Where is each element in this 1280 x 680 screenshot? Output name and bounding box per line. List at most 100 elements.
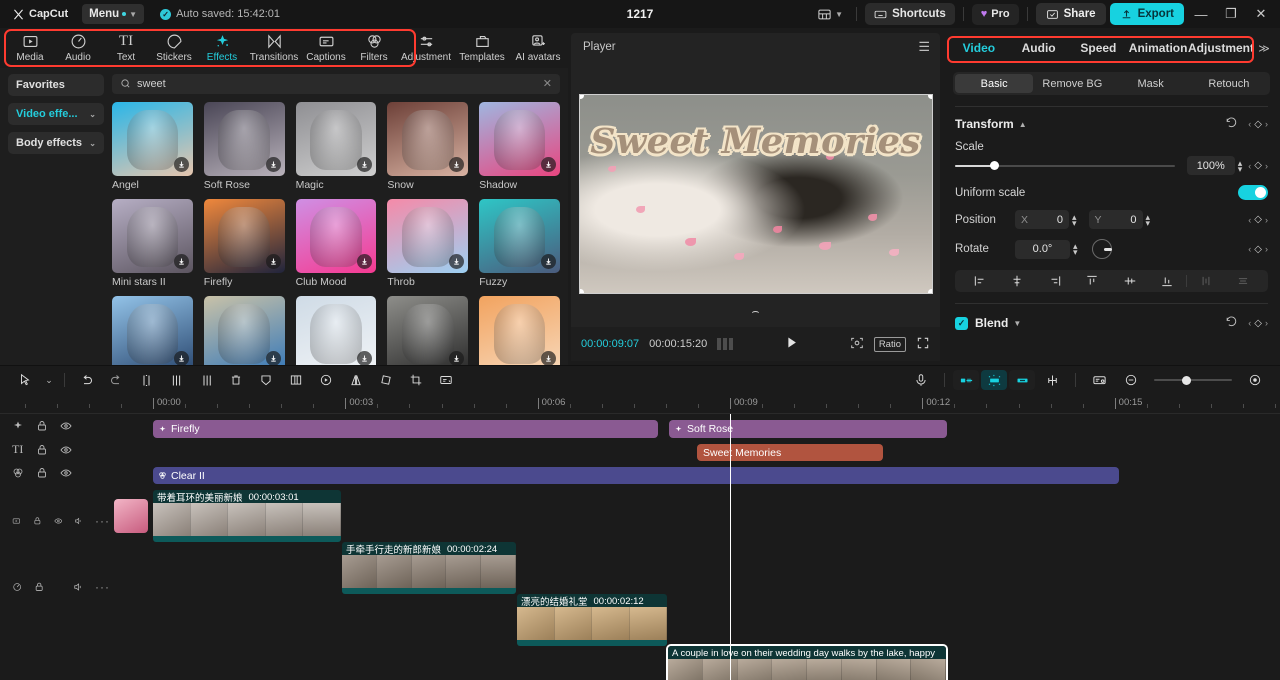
effect-thumbnail[interactable] — [203, 101, 285, 176]
effect-item[interactable]: Magic — [295, 101, 377, 191]
effect-item[interactable]: Fuzzy — [479, 198, 560, 288]
effect-item[interactable]: Throb — [387, 198, 469, 288]
preview-collapse-handle[interactable]: ⌢ — [752, 304, 760, 319]
align-top-icon[interactable] — [1074, 274, 1112, 288]
effect-item[interactable]: Betamax — [203, 295, 285, 365]
video-clip[interactable]: 带着耳环的美丽新娘 00:00:03:01 — [153, 490, 341, 542]
tool-tab-filters[interactable]: Filters — [350, 29, 398, 67]
download-icon[interactable] — [449, 350, 465, 365]
effect-thumbnail[interactable] — [112, 295, 193, 365]
uniform-scale-toggle[interactable] — [1238, 185, 1268, 200]
minimize-button[interactable]: — — [1188, 2, 1214, 26]
video-preview[interactable]: Sweet Memories — [578, 94, 933, 294]
zoom-fit-icon[interactable] — [850, 336, 864, 353]
clear-search-icon[interactable]: ✕ — [543, 77, 552, 90]
effect-thumbnail[interactable] — [295, 101, 377, 176]
effect-thumbnail[interactable] — [203, 295, 285, 365]
keyframe-diamond-icon[interactable]: ‹ ◇ › — [1248, 160, 1268, 171]
auto-cut-icon[interactable] — [953, 370, 979, 390]
tool-tab-ai-avatars[interactable]: AI avatars — [510, 29, 566, 67]
mirror-split-icon[interactable] — [281, 368, 311, 392]
clip-thumbnail[interactable] — [114, 499, 148, 533]
freeze-icon[interactable] — [251, 368, 281, 392]
tabs-overflow-icon[interactable]: ≫ — [1254, 42, 1274, 55]
keyframe-panel-icon[interactable] — [1084, 368, 1114, 392]
select-tool-icon[interactable] — [10, 368, 40, 392]
download-icon[interactable] — [541, 350, 556, 365]
effect-thumbnail[interactable] — [387, 101, 469, 176]
tool-tab-stickers[interactable]: Stickers — [150, 29, 198, 67]
menu-button[interactable]: Menu ▼ — [82, 4, 145, 24]
effect-thumbnail[interactable] — [387, 295, 469, 365]
split-icon[interactable] — [131, 368, 161, 392]
align-bottom-icon[interactable] — [1149, 274, 1187, 288]
tool-tab-effects[interactable]: Effects — [198, 29, 246, 67]
subtab-remove-bg[interactable]: Remove BG — [1033, 74, 1111, 93]
video-clip[interactable]: A couple in love on their wedding day wa… — [666, 644, 948, 680]
reset-icon[interactable] — [1225, 315, 1238, 331]
chevron-up-icon[interactable]: ▲ — [1019, 120, 1027, 129]
position-y-field[interactable]: Y 0 — [1088, 210, 1143, 229]
share-button[interactable]: Share — [1035, 3, 1106, 25]
tool-tab-text[interactable]: TI Text — [102, 29, 150, 67]
timeline-zoom-slider[interactable] — [1154, 373, 1232, 387]
tool-tab-transitions[interactable]: Transitions — [246, 29, 302, 67]
position-x-stepper[interactable]: ▴ ▾ — [1072, 212, 1077, 227]
tool-tab-templates[interactable]: Templates — [454, 29, 510, 67]
download-icon[interactable] — [541, 253, 556, 269]
blend-checkbox[interactable]: ✓ — [955, 316, 968, 330]
scale-stepper[interactable]: ▴ ▾ — [1238, 158, 1243, 173]
tab-audio[interactable]: Audio — [1009, 41, 1069, 55]
tab-video[interactable]: Video — [949, 41, 1009, 55]
more-icon[interactable]: ··· — [95, 514, 110, 528]
keyframe-diamond-icon[interactable]: ‹ ◇ › — [1248, 214, 1268, 225]
auto-adjust-icon[interactable] — [981, 370, 1007, 390]
effect-clip[interactable]: Soft Rose — [669, 420, 947, 438]
effect-thumbnail[interactable] — [203, 198, 285, 273]
fullscreen-icon[interactable] — [916, 336, 930, 353]
effect-thumbnail[interactable] — [112, 198, 193, 273]
subtab-mask[interactable]: Mask — [1112, 74, 1190, 93]
category-body-effects[interactable]: Body effects ⌄ — [8, 132, 104, 154]
trim-left-icon[interactable] — [161, 368, 191, 392]
effect-item[interactable]: Snow — [387, 101, 469, 191]
effect-item[interactable]: Soft Rose — [203, 101, 285, 191]
text-clip[interactable]: Sweet Memories — [697, 444, 883, 461]
download-icon[interactable] — [541, 156, 556, 172]
effect-thumbnail[interactable] — [479, 198, 560, 273]
subtab-retouch[interactable]: Retouch — [1190, 74, 1268, 93]
rotate-dial[interactable] — [1091, 239, 1112, 259]
scale-slider[interactable] — [955, 159, 1175, 173]
tool-tab-media[interactable]: Media — [6, 29, 54, 67]
pro-button[interactable]: ♥ Pro — [971, 3, 1019, 25]
more-icon[interactable]: ··· — [95, 580, 110, 594]
zoom-in-icon[interactable] — [1240, 368, 1270, 392]
distribute-vertical-icon[interactable] — [1225, 274, 1263, 288]
effect-thumbnail[interactable] — [479, 295, 560, 365]
align-left-icon[interactable] — [961, 274, 999, 288]
align-right-icon[interactable] — [1036, 274, 1074, 288]
maximize-button[interactable]: ❐ — [1218, 2, 1244, 26]
effect-item[interactable]: Shadow — [479, 101, 560, 191]
playhead[interactable] — [730, 414, 731, 680]
effect-item[interactable]: Spark — [387, 295, 469, 365]
download-icon[interactable] — [357, 156, 373, 172]
reverse-icon[interactable] — [311, 368, 341, 392]
hamburger-icon[interactable]: ☰ — [918, 39, 930, 55]
download-icon[interactable] — [449, 156, 465, 172]
rotate-stepper[interactable]: ▴ ▾ — [1073, 242, 1078, 257]
download-icon[interactable] — [449, 253, 465, 269]
shortcuts-button[interactable]: Shortcuts — [865, 3, 955, 25]
position-x-field[interactable]: X 0 — [1015, 210, 1069, 229]
ratio-button[interactable]: Ratio — [873, 336, 906, 352]
category-video-effects[interactable]: Video effe... ⌄ — [8, 103, 104, 125]
microphone-icon[interactable] — [906, 368, 936, 392]
keyframe-diamond-icon[interactable]: ‹ ◇ › — [1248, 244, 1268, 255]
track-lanes[interactable]: Firefly Soft Rose Sweet Memories Clear II 带着… — [110, 414, 1280, 680]
frames-icon[interactable] — [717, 338, 734, 350]
tool-tab-audio[interactable]: Audio — [54, 29, 102, 67]
speed-ramp-icon[interactable] — [1009, 370, 1035, 390]
effect-thumbnail[interactable] — [295, 198, 377, 273]
video-clip[interactable]: 手牵手行走的新郎新娘 00:00:02:24 — [342, 542, 516, 594]
effect-item[interactable]: Firefly — [203, 198, 285, 288]
